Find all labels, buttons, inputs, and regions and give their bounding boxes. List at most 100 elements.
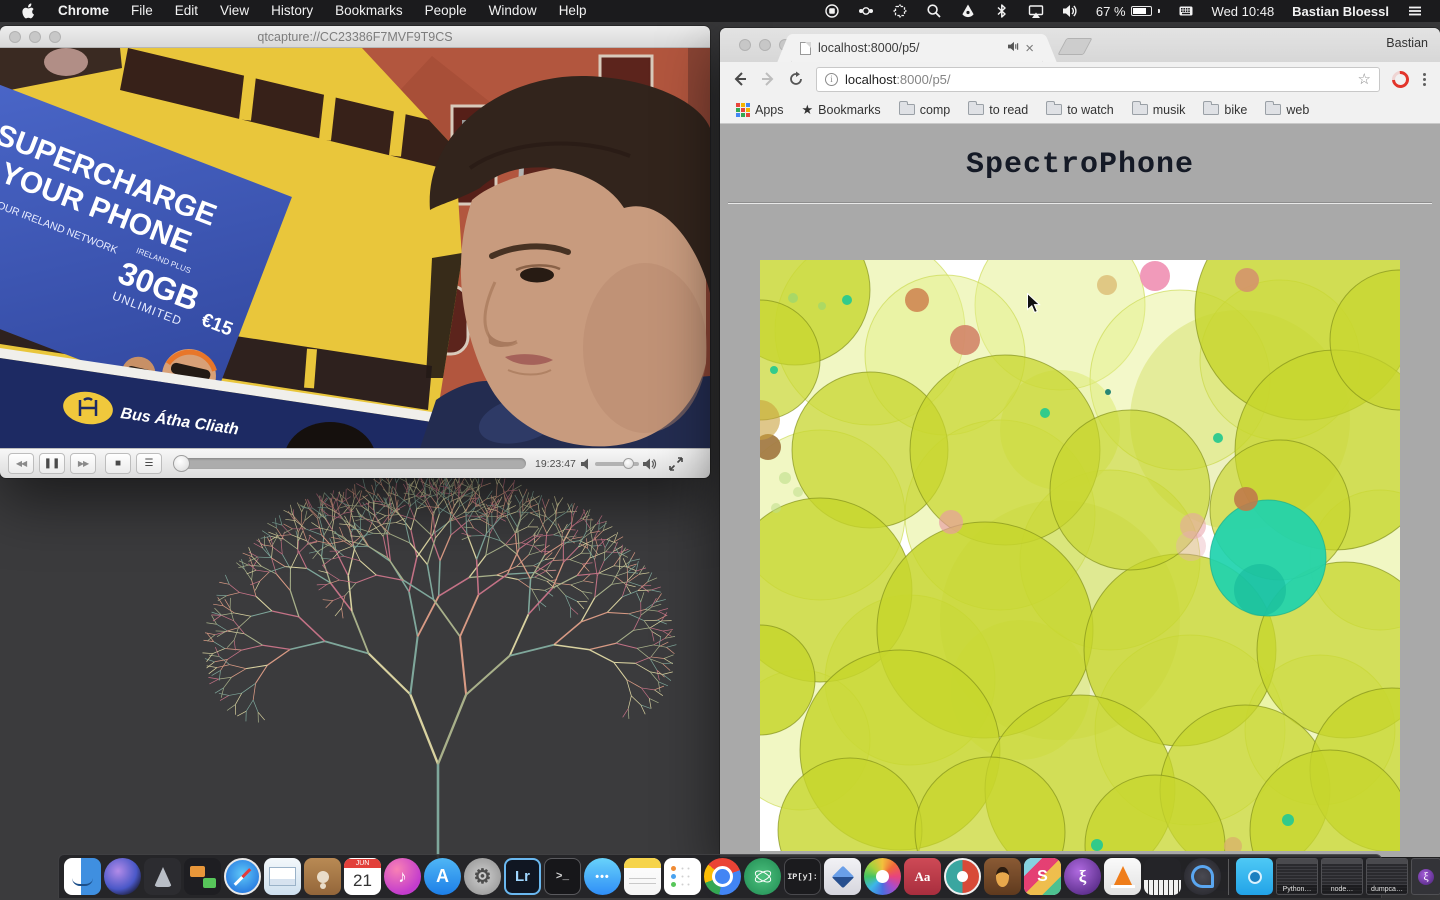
page-info-icon[interactable]: i (825, 73, 838, 86)
dock-safari[interactable] (224, 858, 261, 895)
bluetooth-icon[interactable] (985, 0, 1019, 22)
bookmark-folder-to-read[interactable]: to read (962, 103, 1034, 117)
dock-vnc[interactable] (944, 858, 981, 895)
progress-knob[interactable] (173, 455, 190, 472)
new-tab-button[interactable] (1057, 38, 1092, 55)
dock-ipython[interactable]: IP[y]: (784, 858, 821, 895)
menu-chrome[interactable]: Chrome (47, 0, 120, 22)
window-manager-icon[interactable] (883, 0, 917, 22)
dock-app-store[interactable]: A (424, 858, 461, 895)
dock-itunes[interactable]: ♪ (384, 858, 421, 895)
extension-icon[interactable] (1389, 67, 1413, 91)
dock-siri[interactable] (104, 858, 141, 895)
dock-slack[interactable]: S (1024, 858, 1061, 895)
minimized-window-label: Python… (1277, 885, 1317, 894)
menu-file[interactable]: File (120, 0, 164, 22)
list-icon[interactable] (1398, 0, 1432, 22)
apple-menu[interactable] (10, 3, 47, 19)
dock-quicktime[interactable] (1184, 858, 1221, 895)
p5-canvas[interactable] (760, 260, 1400, 851)
volume-knob[interactable] (623, 458, 634, 469)
reload-button[interactable] (784, 67, 808, 91)
stop-button[interactable]: ■ (105, 453, 131, 474)
dock-dictionary[interactable]: Aa (904, 858, 941, 895)
menu-people[interactable]: People (414, 0, 478, 22)
keyboard-icon[interactable] (1169, 0, 1203, 22)
clock[interactable]: Wed 10:48 (1203, 0, 1284, 22)
profile-name[interactable]: Bastian (1386, 36, 1428, 50)
dock-chrome[interactable] (704, 858, 741, 895)
pause-button[interactable]: ❚❚ (39, 453, 65, 474)
battery-indicator[interactable]: 67 % (1087, 0, 1169, 22)
bookmark-folder-musik[interactable]: musik (1126, 103, 1192, 117)
bookmark-star-icon[interactable]: ☆ (1358, 70, 1371, 88)
chrome-menu-icon[interactable] (1417, 73, 1432, 86)
dock-garageband[interactable] (984, 858, 1021, 895)
dock-min-window[interactable]: Python… (1276, 858, 1318, 895)
menu-window[interactable]: Window (478, 0, 548, 22)
volume-icon[interactable] (1053, 0, 1087, 22)
apps-shortcut[interactable]: Apps (730, 103, 790, 117)
close-button[interactable] (739, 39, 751, 51)
dock-contacts[interactable] (304, 858, 341, 895)
tree-branch (595, 584, 612, 597)
quicktime-window[interactable]: qtcapture://CC23386F7MVF9T9CS (0, 26, 710, 478)
volume-max-icon[interactable] (643, 458, 657, 470)
video-display[interactable]: SUPERCHARGE YOUR PHONE WITH OUR IRELAND … (0, 48, 710, 448)
dock-emacs[interactable]: ξ (1064, 858, 1101, 895)
rewind-button[interactable]: ◀◀ (8, 453, 34, 474)
menu-help[interactable]: Help (548, 0, 598, 22)
menu-bookmarks[interactable]: Bookmarks (324, 0, 414, 22)
dock-finder[interactable] (64, 858, 101, 895)
tab-localhost[interactable]: localhost:8000/p5/ × (792, 34, 1042, 62)
dock-mail[interactable] (264, 858, 301, 895)
dock-system-preferences[interactable]: ⚙ (464, 858, 501, 895)
bookmark-folder-bike[interactable]: bike (1197, 103, 1253, 117)
fast-forward-button[interactable]: ▶▶ (70, 453, 96, 474)
dock-photos[interactable] (864, 858, 901, 895)
search-icon[interactable] (917, 0, 951, 22)
dock-gnuradio[interactable] (744, 858, 781, 895)
chrome-window[interactable]: localhost:8000/p5/ × Bastian i localhost… (720, 28, 1440, 857)
dock-vlc[interactable] (1104, 858, 1141, 895)
dock-reminders[interactable] (664, 858, 701, 895)
chapter-list-button[interactable]: ☰ (136, 453, 162, 474)
dock-calendar[interactable]: JUN21 (344, 858, 381, 895)
dock-min-emacs[interactable] (1411, 858, 1440, 895)
bookmark-folder-comp[interactable]: comp (893, 103, 957, 117)
menu-view[interactable]: View (209, 0, 260, 22)
dock-min-window[interactable]: dumpca… (1366, 858, 1408, 895)
dock-mission-control[interactable] (184, 858, 221, 895)
tree-branch (650, 659, 662, 664)
tree-branch (664, 655, 674, 659)
bookmark-folder-web[interactable]: web (1259, 103, 1315, 117)
minimize-button[interactable] (759, 39, 771, 51)
mute-icon[interactable] (581, 458, 591, 470)
tab-close-icon[interactable]: × (1025, 41, 1034, 56)
bookmark-folder-to-watch[interactable]: to watch (1040, 103, 1120, 117)
user-name[interactable]: Bastian Bloessl (1283, 0, 1398, 22)
progress-bar[interactable] (174, 458, 526, 469)
camera-icon[interactable] (849, 0, 883, 22)
dock-notes[interactable] (624, 858, 661, 895)
dock-launchpad[interactable] (144, 858, 181, 895)
forward-button[interactable] (756, 67, 780, 91)
dock-downloads-folder[interactable] (1236, 858, 1273, 895)
menu-history[interactable]: History (260, 0, 324, 22)
screen-recording-stop-icon[interactable] (815, 0, 849, 22)
dock-lightroom[interactable]: Lr (504, 858, 541, 895)
quicktime-titlebar[interactable]: qtcapture://CC23386F7MVF9T9CS (0, 26, 710, 48)
vpn-icon[interactable] (951, 0, 985, 22)
menu-edit[interactable]: Edit (164, 0, 209, 22)
back-button[interactable] (728, 67, 752, 91)
airplay-icon[interactable] (1019, 0, 1053, 22)
dock-virtualbox[interactable] (824, 858, 861, 895)
dock-messages[interactable]: ••• (584, 858, 621, 895)
dock-terminal[interactable]: >_ (544, 858, 581, 895)
dock-midi-keyboard[interactable] (1144, 858, 1181, 895)
fullscreen-icon[interactable] (669, 457, 683, 471)
address-bar[interactable]: i localhost:8000/p5/ ☆ (816, 67, 1380, 92)
volume-slider[interactable] (595, 462, 639, 466)
bookmarks-shortcut[interactable]: ★ Bookmarks (796, 102, 887, 118)
dock-min-window[interactable]: node… (1321, 858, 1363, 895)
